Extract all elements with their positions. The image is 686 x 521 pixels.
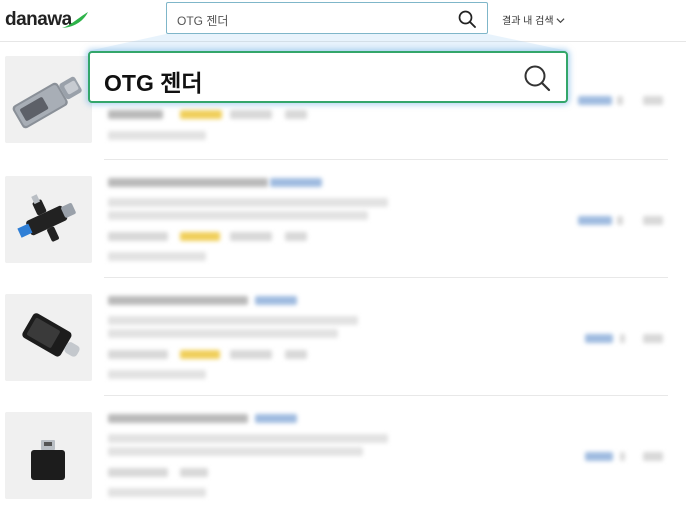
list-item[interactable] (0, 160, 686, 278)
product-thumbnail[interactable] (5, 294, 92, 381)
product-thumbnail[interactable] (5, 176, 92, 263)
page: danawa OTG 젠더 결과 내 검색 OTG 젠더 (0, 0, 686, 521)
product-thumbnail[interactable] (5, 56, 92, 143)
search-input-value: OTG 젠더 (177, 14, 229, 28)
search-icon[interactable] (522, 63, 552, 93)
search-magnified-value: OTG 젠더 (104, 70, 203, 96)
search-within-results-button[interactable]: 결과 내 검색 (502, 12, 565, 27)
search-within-results-label: 결과 내 검색 (502, 16, 554, 27)
logo-swoosh-icon (62, 12, 88, 28)
product-thumbnail[interactable] (5, 412, 92, 499)
search-input[interactable]: OTG 젠더 (166, 2, 488, 34)
usb-c-adapter-image (5, 294, 92, 381)
list-item[interactable] (0, 278, 686, 396)
micro-usb-adapter-image (5, 412, 92, 499)
header: danawa OTG 젠더 결과 내 검색 (0, 0, 686, 42)
search-icon[interactable] (457, 9, 477, 29)
otg-adapter-image (5, 176, 92, 263)
chevron-down-icon (556, 18, 565, 24)
list-item[interactable] (0, 396, 686, 514)
search-input-magnified[interactable]: OTG 젠더 (88, 51, 568, 103)
usb-adapter-image (5, 56, 92, 143)
